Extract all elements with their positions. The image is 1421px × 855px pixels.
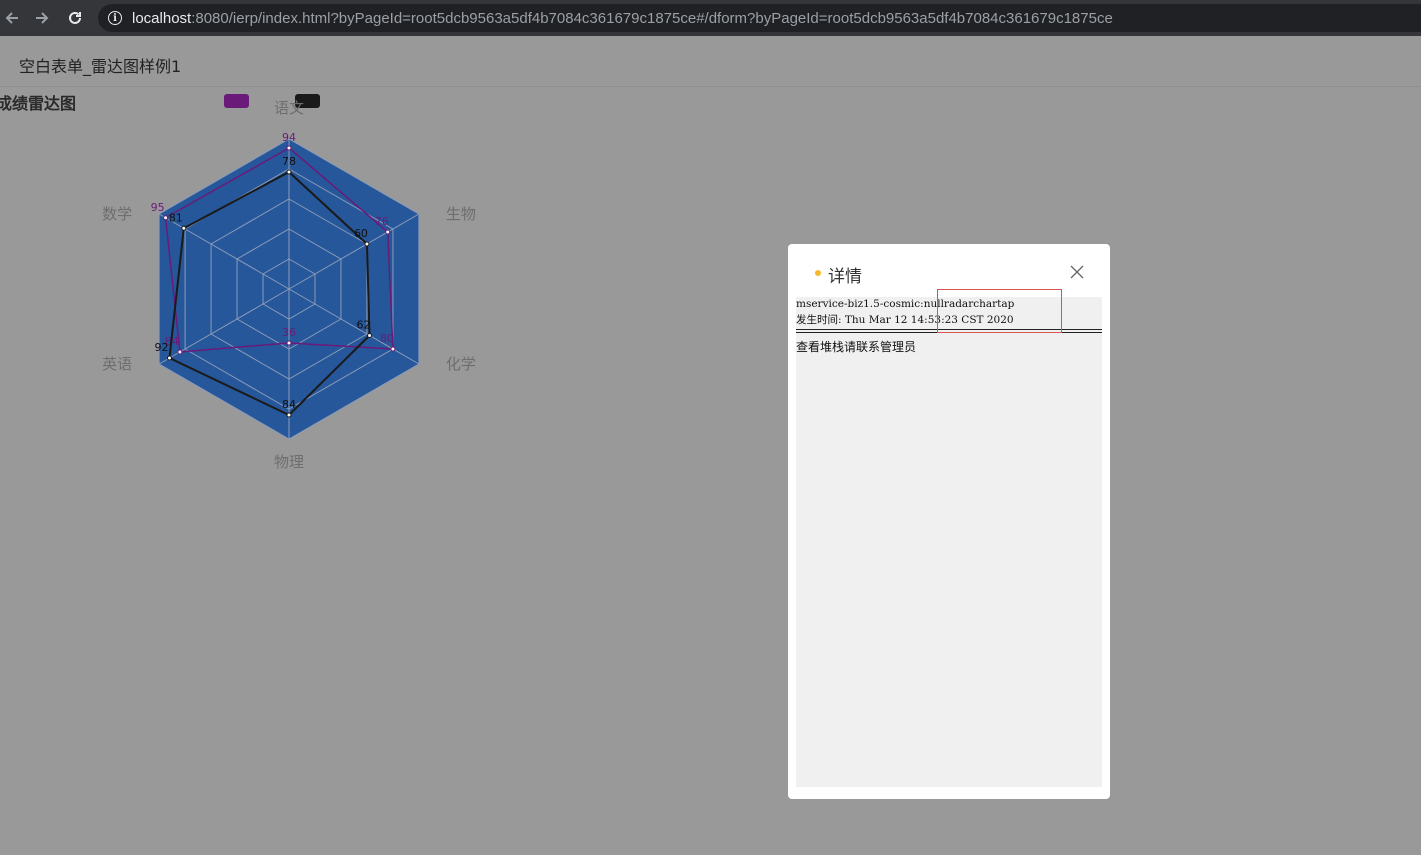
radar-data-point [286,412,292,418]
radar-axis-label: 化学 [446,355,476,373]
radar-axis-label: 物理 [274,453,304,471]
detail-dialog: 详情 mservice-biz1.5-cosmic:nullradarchart… [788,244,1110,799]
radar-data-label: 94 [282,131,296,144]
radar-data-point [166,355,172,361]
radar-data-label: 80 [380,332,394,345]
url-host: localhost [132,9,192,27]
radar-data-point [286,169,292,175]
radar-axis-label: 生物 [446,205,476,223]
radar-data-point [364,241,370,247]
page-title: 空白表单_雷达图样例1 [19,57,182,76]
url-path: :8080/ierp/index.html?byPageId=root5dcb9… [191,9,1113,27]
radar-data-label: 81 [169,211,183,224]
back-arrow-icon[interactable] [0,6,24,30]
forward-arrow-icon[interactable] [30,6,54,30]
radar-data-point [390,346,396,352]
radar-data-point [181,225,187,231]
error-detail-panel: mservice-biz1.5-cosmic:nullradarchartap … [796,297,1102,787]
dialog-title: 详情 [828,267,862,287]
radar-axis-label: 数学 [102,205,132,223]
address-bar[interactable]: i localhost:8080/ierp/index.html?byPageI… [98,4,1421,32]
radar-data-label: 84 [282,398,296,411]
radar-data-label: 78 [282,155,296,168]
radar-data-point [286,340,292,346]
radar-data-point [163,215,169,221]
info-icon[interactable]: i [108,11,122,25]
radar-data-point [385,229,391,235]
radar-data-label: 76 [375,215,389,228]
highlight-annotation [937,289,1062,333]
radar-data-label: 36 [282,326,296,339]
url-text: localhost:8080/ierp/index.html?byPageId=… [132,10,1113,27]
radar-data-label: 62 [357,319,371,332]
radar-axis-label: 英语 [102,355,132,373]
radar-axis-label: 语文 [274,99,304,117]
title-dot-icon [815,270,821,276]
stack-hint-text: 查看堆栈请联系管理员 [796,340,917,354]
radar-data-point [286,145,292,151]
radar-data-label: 60 [354,227,368,240]
browser-toolbar: i localhost:8080/ierp/index.html?byPageI… [0,0,1421,36]
radar-data-label: 92 [154,341,168,354]
radar-data-point [367,333,373,338]
page-header: 空白表单_雷达图样例1 [0,36,1421,87]
radar-chart: 语文生物化学物理英语数学947680368495786062849281 [102,99,476,471]
close-icon[interactable] [1069,264,1085,280]
reload-icon[interactable] [63,6,87,30]
radar-data-label: 95 [151,201,165,214]
radar-data-point [177,349,183,355]
